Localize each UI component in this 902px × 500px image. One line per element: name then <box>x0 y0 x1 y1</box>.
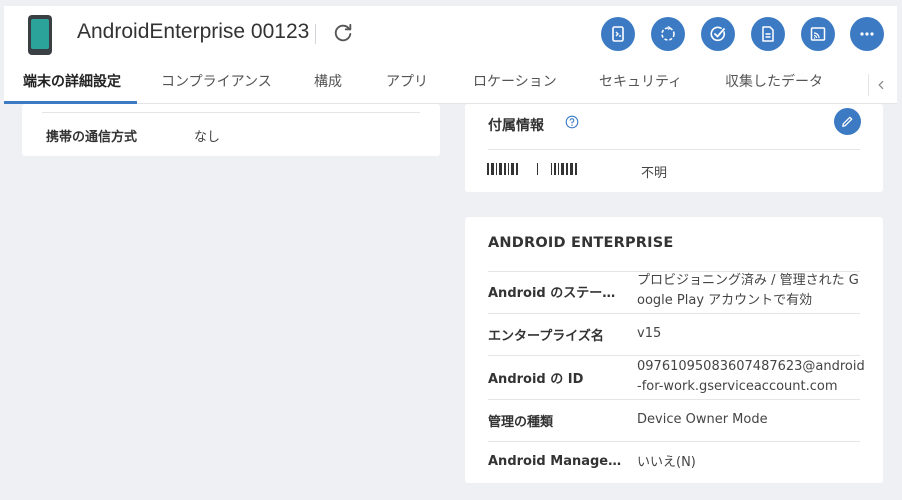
management-type-value: Device Owner Mode <box>637 412 768 427</box>
sync-button[interactable] <box>651 17 685 51</box>
android-id-label: Android の ID <box>488 372 584 387</box>
android-managed-label: Android Manage… <box>488 454 622 469</box>
android-enterprise-card: ANDROID ENTERPRISE Android のステー… プロビジョニン… <box>465 217 883 483</box>
cast-button[interactable] <box>801 17 835 51</box>
android-status-value: プロビジョニング済み / 管理された Google Play アカウントで有効 <box>637 273 859 308</box>
tab-scroll-left-icon[interactable] <box>868 74 890 96</box>
cellular-technology-value: なし <box>194 130 221 145</box>
document-button[interactable] <box>751 17 785 51</box>
enterprise-name-label: エンタープライズ名 <box>488 329 604 344</box>
android-managed-value: いいえ(N) <box>637 455 696 470</box>
tab-configuration[interactable]: 構成 <box>314 62 342 104</box>
sync-icon <box>661 25 675 41</box>
more-icon <box>860 32 874 36</box>
redacted-barcode-icon <box>487 163 577 175</box>
accessory-info-card: 付属情報 不明 <box>465 104 883 192</box>
android-enterprise-title: ANDROID ENTERPRISE <box>488 235 674 251</box>
tab-device-details[interactable]: 端末の詳細設定 <box>23 62 121 104</box>
tab-compliance[interactable]: コンプライアンス <box>161 62 272 104</box>
refresh-icon[interactable] <box>332 22 354 44</box>
remote-control-button[interactable] <box>601 17 635 51</box>
android-id-value: 09761095083607487623@android-for-work.gs… <box>637 359 865 394</box>
title-divider <box>315 24 316 44</box>
pencil-icon <box>842 116 853 127</box>
check-icon <box>710 26 726 42</box>
check-compliance-button[interactable] <box>701 17 735 51</box>
phone-icon <box>28 15 52 55</box>
device-title: AndroidEnterprise 00123 <box>77 20 310 43</box>
edit-button[interactable] <box>834 108 861 135</box>
enterprise-name-value: v15 <box>637 326 662 341</box>
cellular-technology-label: 携帯の通信方式 <box>46 130 138 145</box>
more-actions-button[interactable] <box>850 17 884 51</box>
device-details-page: AndroidEnterprise 00123 端末の詳細設定 コンプライアンス… <box>4 6 897 495</box>
device-header: AndroidEnterprise 00123 <box>4 6 897 62</box>
tab-bar: 端末の詳細設定 コンプライアンス 構成 アプリ ロケーション セキュリティ 収集… <box>4 62 897 104</box>
help-icon[interactable] <box>565 115 579 129</box>
cellular-card: 携帯の通信方式 なし <box>22 104 440 156</box>
remote-control-icon <box>612 26 624 42</box>
document-icon <box>762 26 774 42</box>
tab-collected-data[interactable]: 収集したデータ <box>725 62 823 104</box>
accessory-info-value: 不明 <box>641 166 668 181</box>
android-status-label: Android のステー… <box>488 286 616 301</box>
tab-security[interactable]: セキュリティ <box>599 62 682 104</box>
management-type-label: 管理の種類 <box>488 415 554 430</box>
tab-location[interactable]: ロケーション <box>473 62 557 104</box>
tab-apps[interactable]: アプリ <box>386 62 428 104</box>
cast-icon <box>810 27 826 41</box>
accessory-info-title: 付属情報 <box>488 118 544 134</box>
